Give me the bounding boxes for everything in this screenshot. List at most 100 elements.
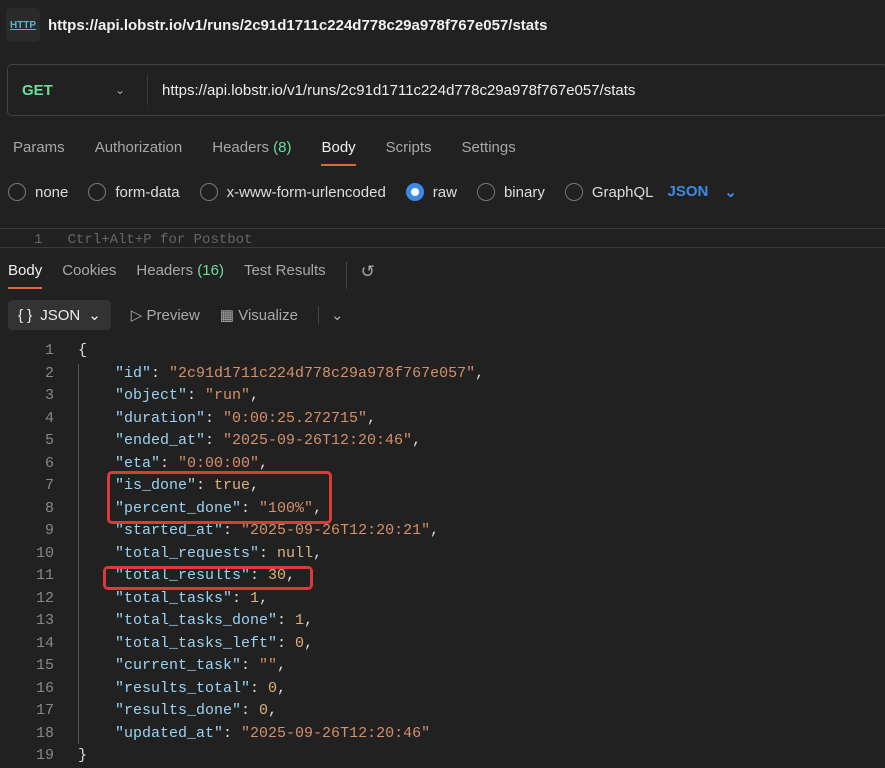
line-number: 12 xyxy=(0,588,54,611)
radio-circle xyxy=(88,183,106,201)
token: "total_tasks_left" xyxy=(115,635,277,652)
radio-urlencoded[interactable]: x-www-form-urlencoded xyxy=(200,183,386,201)
line-number: 13 xyxy=(0,610,54,633)
code-line: 2"id": "2c91d1711c224d778c29a978f767e057… xyxy=(0,363,484,386)
line-text: "current_task": "", xyxy=(54,655,286,678)
token: : xyxy=(205,432,223,449)
code-line: 19} xyxy=(0,745,484,768)
history-icon[interactable]: ↺ xyxy=(346,262,375,289)
tab-scripts[interactable]: Scripts xyxy=(386,139,432,166)
postbot-hint: Ctrl+Alt+P for Postbot xyxy=(68,232,253,246)
headers-count: (16) xyxy=(197,262,224,279)
highlight-box xyxy=(103,566,313,590)
tab-label: Headers xyxy=(212,139,269,156)
line-text: "id": "2c91d1711c224d778c29a978f767e057"… xyxy=(54,363,484,386)
token: "" xyxy=(259,657,277,674)
radio-label: x-www-form-urlencoded xyxy=(227,184,386,201)
tab-response-headers[interactable]: Headers (16) xyxy=(136,262,224,289)
response-format-select[interactable]: { }JSON⌄ xyxy=(8,300,111,330)
line-number: 4 xyxy=(0,408,54,431)
token: , xyxy=(259,590,268,607)
method-label: GET xyxy=(22,82,53,99)
code-line: 1{ xyxy=(0,340,484,363)
line-number: 9 xyxy=(0,520,54,543)
line-text: "ended_at": "2025-09-26T12:20:46", xyxy=(54,430,421,453)
body-format-select[interactable]: JSON⌄ xyxy=(668,183,737,201)
chevron-down-icon[interactable]: ⌄ xyxy=(318,306,344,324)
radio-raw[interactable]: raw xyxy=(406,183,457,201)
token: : xyxy=(223,725,241,742)
tab-headers[interactable]: Headers (8) xyxy=(212,139,291,166)
token: "results_done" xyxy=(115,702,241,719)
visualize-label: Visualize xyxy=(238,307,298,324)
code-line: 17"results_done": 0, xyxy=(0,700,484,723)
line-text: } xyxy=(54,745,87,768)
token: "total_tasks" xyxy=(115,590,232,607)
token: null xyxy=(277,545,313,562)
request-title[interactable]: https://api.lobstr.io/v1/runs/2c91d1711c… xyxy=(48,17,547,34)
line-text: "total_tasks_done": 1, xyxy=(54,610,313,633)
tab-params[interactable]: Params xyxy=(13,139,65,166)
request-tabs: Params Authorization Headers (8) Body Sc… xyxy=(13,139,516,166)
chevron-down-icon: ⌄ xyxy=(724,183,737,201)
tab-body[interactable]: Body xyxy=(321,139,355,166)
line-number: 11 xyxy=(0,565,54,588)
radio-circle-selected xyxy=(406,183,424,201)
tab-response-body[interactable]: Body xyxy=(8,262,42,289)
line-number: 18 xyxy=(0,723,54,746)
token: : xyxy=(223,522,241,539)
line-text: "results_done": 0, xyxy=(54,700,277,723)
highlight-box xyxy=(107,471,332,524)
method-select[interactable]: GET⌄ xyxy=(8,75,148,105)
url-bar: GET⌄ https://api.lobstr.io/v1/runs/2c91d… xyxy=(7,64,885,116)
line-number: 1 xyxy=(34,232,42,246)
response-tabs: Body Cookies Headers (16) Test Results ↺ xyxy=(8,262,375,289)
token: : xyxy=(250,680,268,697)
line-text: "total_requests": null, xyxy=(54,543,322,566)
token: "duration" xyxy=(115,410,205,427)
visualize-button[interactable]: ▦ Visualize xyxy=(220,306,298,324)
token: , xyxy=(412,432,421,449)
line-text: "duration": "0:00:25.272715", xyxy=(54,408,376,431)
radio-label: form-data xyxy=(115,184,179,201)
radio-graphql[interactable]: GraphQL xyxy=(565,183,654,201)
tab-cookies[interactable]: Cookies xyxy=(62,262,116,289)
chevron-down-icon: ⌄ xyxy=(88,306,101,324)
token: , xyxy=(268,702,277,719)
code-line: 18"updated_at": "2025-09-26T12:20:46" xyxy=(0,723,484,746)
preview-button[interactable]: ▷ Preview xyxy=(131,306,200,324)
token: : xyxy=(259,545,277,562)
response-body-code[interactable]: 1{2"id": "2c91d1711c224d778c29a978f767e0… xyxy=(0,340,484,768)
tab-settings[interactable]: Settings xyxy=(462,139,516,166)
tab-test-results[interactable]: Test Results xyxy=(244,262,326,289)
token: "object" xyxy=(115,387,187,404)
token: : xyxy=(205,410,223,427)
divider xyxy=(0,228,885,229)
line-number: 15 xyxy=(0,655,54,678)
body-editor[interactable]: 1 Ctrl+Alt+P for Postbot xyxy=(34,232,252,246)
token: "eta" xyxy=(115,455,160,472)
radio-binary[interactable]: binary xyxy=(477,183,545,201)
token: "2c91d1711c224d778c29a978f767e057" xyxy=(169,365,475,382)
line-number: 19 xyxy=(0,745,54,768)
line-number: 10 xyxy=(0,543,54,566)
token: "ended_at" xyxy=(115,432,205,449)
radio-none[interactable]: none xyxy=(8,183,68,201)
tab-label: Headers xyxy=(136,262,193,279)
braces-icon: { } xyxy=(18,307,32,324)
radio-circle xyxy=(477,183,495,201)
token: , xyxy=(304,635,313,652)
token: : xyxy=(277,635,295,652)
code-line: 16"results_total": 0, xyxy=(0,678,484,701)
body-type-radios: none form-data x-www-form-urlencoded raw… xyxy=(8,183,737,201)
tab-authorization[interactable]: Authorization xyxy=(95,139,183,166)
request-title-bar: HTTP https://api.lobstr.io/v1/runs/2c91d… xyxy=(6,8,547,42)
url-input[interactable]: https://api.lobstr.io/v1/runs/2c91d1711c… xyxy=(148,82,635,99)
token: : xyxy=(277,612,295,629)
radio-form-data[interactable]: form-data xyxy=(88,183,179,201)
line-number: 6 xyxy=(0,453,54,476)
token: : xyxy=(241,702,259,719)
pane-divider[interactable] xyxy=(0,247,885,248)
token: "started_at" xyxy=(115,522,223,539)
token: , xyxy=(475,365,484,382)
